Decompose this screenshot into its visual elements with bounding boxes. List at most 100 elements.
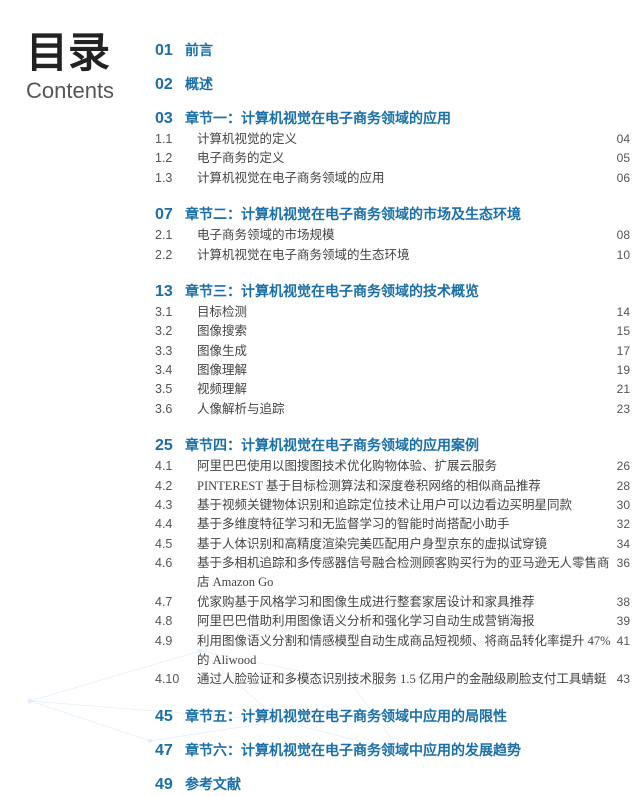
page-num-3.5: 21: [617, 380, 630, 399]
entry-25-3: 4.4基于多维度特征学习和无监督学习的智能时尚搭配小助手 32: [155, 515, 630, 534]
entry-25-5: 4.6基于多相机追踪和多传感器信号融合检测顾客购买行为的亚马逊无人零售商店 Am…: [155, 554, 630, 593]
entry-25-7: 4.8阿里巴巴借助利用图像语义分析和强化学习自动生成营销海报 39: [155, 612, 630, 631]
sub-label-3.4: 图像理解: [197, 361, 611, 380]
sub-num-4.7: 4.7: [155, 593, 197, 612]
sub-label-1.3: 计算机视觉在电子商务领域的应用: [197, 169, 611, 188]
page-num-1.1: 04: [617, 130, 630, 149]
page-num-4.5: 34: [617, 535, 630, 554]
sub-num-3.3: 3.3: [155, 342, 197, 361]
section-num-03: 03: [155, 109, 185, 128]
section-header-01: 01前言: [155, 40, 630, 60]
sub-num-4.1: 4.1: [155, 457, 197, 476]
page-num-1.3: 06: [617, 169, 630, 188]
section-label-07: 章节二：计算机视觉在电子商务领域的市场及生态环境: [185, 204, 630, 224]
section-num-49: 49: [155, 776, 185, 794]
sub-num-1.1: 1.1: [155, 130, 197, 149]
page-num-3.6: 23: [617, 400, 630, 419]
sub-label-3.5: 视频理解: [197, 380, 611, 399]
sub-label-4.4: 基于多维度特征学习和无监督学习的智能时尚搭配小助手: [197, 515, 611, 534]
sub-num-1.3: 1.3: [155, 169, 197, 188]
page-num-1.2: 05: [617, 149, 630, 168]
entry-25-6: 4.7优家购基于风格学习和图像生成进行整套家居设计和家具推荐 38: [155, 593, 630, 612]
title-block: 目录 Contents: [26, 30, 146, 104]
entry-13-2: 3.3图像生成17: [155, 342, 630, 361]
entry-13-4: 3.5视频理解 21: [155, 380, 630, 399]
section-num-25: 25: [155, 436, 185, 455]
entry-03-1: 1.2电子商务的定义 05: [155, 149, 630, 168]
section-num-07: 07: [155, 205, 185, 224]
sub-num-1.2: 1.2: [155, 149, 197, 168]
section-num-13: 13: [155, 282, 185, 301]
section-num-01: 01: [155, 42, 185, 60]
sub-label-1.2: 电子商务的定义: [197, 149, 611, 168]
entry-07-0: 2.1电子商务领域的市场规模 08: [155, 226, 630, 245]
entry-25-2: 4.3基于视频关键物体识别和追踪定位技术让用户可以边看边买明星同款 30: [155, 496, 630, 515]
page-num-3.3: 17: [617, 342, 630, 361]
sub-num-3.4: 3.4: [155, 361, 197, 380]
section-label-01: 前言: [185, 40, 630, 60]
page-num-3.4: 19: [617, 361, 630, 380]
section-header-13: 13章节三：计算机视觉在电子商务领域的技术概览: [155, 281, 630, 301]
sub-label-4.5: 基于人体识别和高精度渲染完美匹配用户身型京东的虚拟试穿镜: [197, 535, 611, 554]
sub-num-3.6: 3.6: [155, 400, 197, 419]
sub-label-4.6: 基于多相机追踪和多传感器信号融合检测顾客购买行为的亚马逊无人零售商店 Amazo…: [197, 554, 611, 593]
title-zh: 目录: [26, 30, 146, 76]
page-num-4.4: 32: [617, 515, 630, 534]
page-num-4.3: 30: [617, 496, 630, 515]
section-label-25: 章节四：计算机视觉在电子商务领域的应用案例: [185, 435, 630, 455]
entry-13-3: 3.4图像理解 19: [155, 361, 630, 380]
sub-num-4.8: 4.8: [155, 612, 197, 631]
sub-label-3.1: 目标检测: [197, 303, 611, 322]
entry-07-1: 2.2计算机视觉在电子商务领域的生态环境 10: [155, 246, 630, 265]
entry-13-1: 3.2图像搜索 15: [155, 322, 630, 341]
entry-13-0: 3.1目标检测 14: [155, 303, 630, 322]
section-num-02: 02: [155, 76, 185, 94]
sub-num-2.1: 2.1: [155, 226, 197, 245]
sub-num-4.3: 4.3: [155, 496, 197, 515]
section-label-03: 章节一：计算机视觉在电子商务领域的应用: [185, 108, 630, 128]
entry-03-0: 1.1计算机视觉的定义 04: [155, 130, 630, 149]
entry-13-5: 3.6人像解析与追踪 23: [155, 400, 630, 419]
entry-25-1: 4.2PINTEREST 基于目标检测算法和深度卷积网络的相似商品推荐 28: [155, 477, 630, 496]
page-num-2.1: 08: [617, 226, 630, 245]
sub-label-1.1: 计算机视觉的定义: [197, 130, 611, 149]
page-num-4.8: 39: [617, 612, 630, 631]
page-num-4.2: 28: [617, 477, 630, 496]
section-header-03: 03章节一：计算机视觉在电子商务领域的应用: [155, 108, 630, 128]
decoration-svg: [0, 641, 640, 761]
sub-num-4.6: 4.6: [155, 554, 197, 573]
page: 目录 Contents 01前言 02概述 03章节一：计算机视觉在电子商务领域的应…: [0, 0, 640, 761]
page-num-3.1: 14: [617, 303, 630, 322]
sub-label-4.2: PINTEREST 基于目标检测算法和深度卷积网络的相似商品推荐: [197, 477, 611, 496]
entry-25-4: 4.5基于人体识别和高精度渲染完美匹配用户身型京东的虚拟试穿镜 34: [155, 535, 630, 554]
sub-num-4.2: 4.2: [155, 477, 197, 496]
sub-label-2.2: 计算机视觉在电子商务领域的生态环境: [197, 246, 611, 265]
sub-num-3.2: 3.2: [155, 322, 197, 341]
sub-label-2.1: 电子商务领域的市场规模: [197, 226, 611, 245]
section-header-25: 25章节四：计算机视觉在电子商务领域的应用案例: [155, 435, 630, 455]
page-num-4.1: 26: [617, 457, 630, 476]
sub-num-2.2: 2.2: [155, 246, 197, 265]
entry-03-2: 1.3计算机视觉在电子商务领域的应用 06: [155, 169, 630, 188]
sub-num-3.1: 3.1: [155, 303, 197, 322]
sub-label-3.2: 图像搜索: [197, 322, 611, 341]
section-header-02: 02概述: [155, 74, 630, 94]
sub-label-4.3: 基于视频关键物体识别和追踪定位技术让用户可以边看边买明星同款: [197, 496, 611, 515]
page-num-4.7: 38: [617, 593, 630, 612]
page-num-4.6: 36: [617, 554, 630, 573]
sub-label-4.1: 阿里巴巴使用以图搜图技术优化购物体验、扩展云服务: [197, 457, 611, 476]
sub-num-3.5: 3.5: [155, 380, 197, 399]
section-label-49: 参考文献: [185, 774, 630, 794]
sub-label-3.6: 人像解析与追踪: [197, 400, 611, 419]
page-num-2.2: 10: [617, 246, 630, 265]
sub-label-4.8: 阿里巴巴借助利用图像语义分析和强化学习自动生成营销海报: [197, 612, 611, 631]
section-header-49: 49参考文献: [155, 774, 630, 794]
title-en: Contents: [26, 78, 146, 104]
sub-num-4.5: 4.5: [155, 535, 197, 554]
entry-25-0: 4.1阿里巴巴使用以图搜图技术优化购物体验、扩展云服务 26: [155, 457, 630, 476]
sub-label-4.7: 优家购基于风格学习和图像生成进行整套家居设计和家具推荐: [197, 593, 611, 612]
section-header-07: 07章节二：计算机视觉在电子商务领域的市场及生态环境: [155, 204, 630, 224]
page-num-3.2: 15: [617, 322, 630, 341]
section-label-13: 章节三：计算机视觉在电子商务领域的技术概览: [185, 281, 630, 301]
sub-num-4.4: 4.4: [155, 515, 197, 534]
